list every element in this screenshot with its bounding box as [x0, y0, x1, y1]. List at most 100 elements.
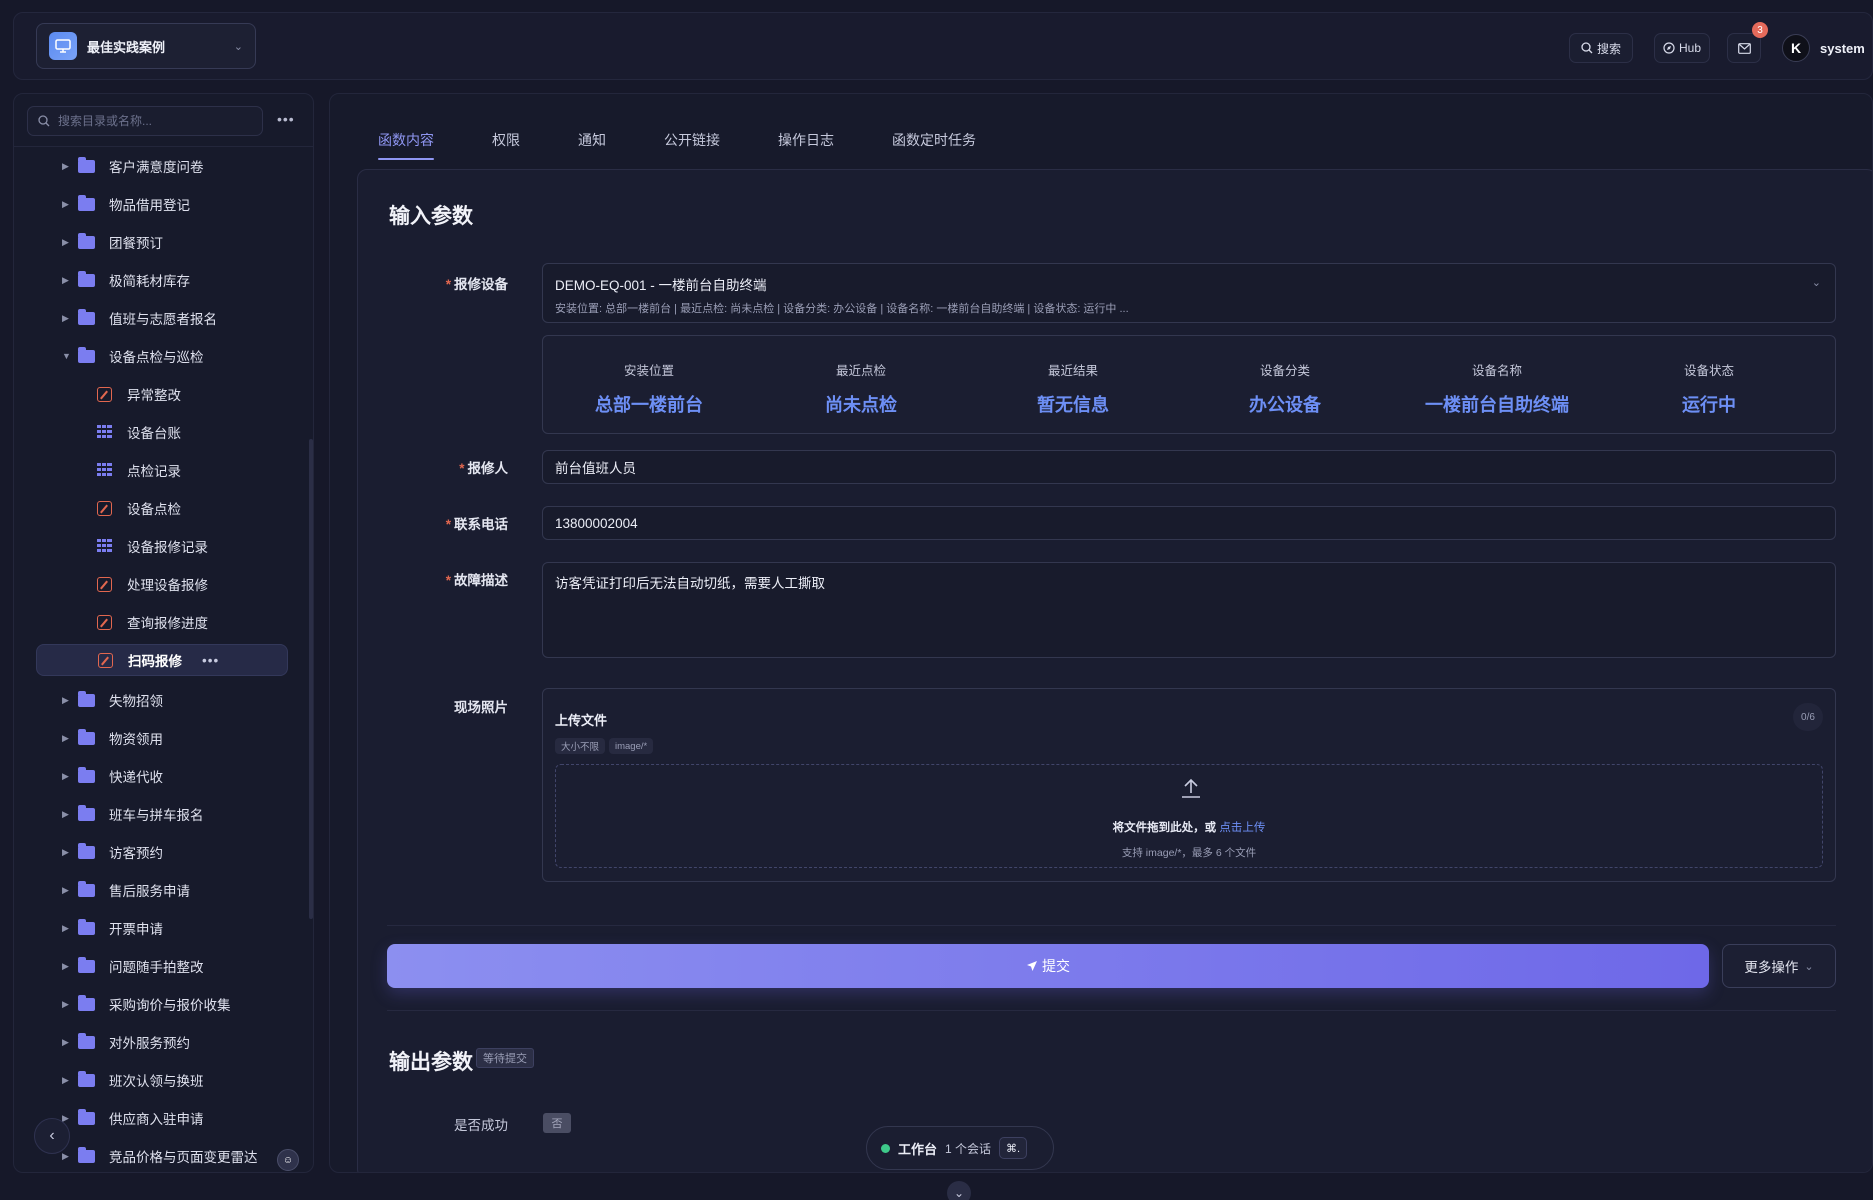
more-actions-button[interactable]: 更多操作 ⌄: [1722, 944, 1836, 988]
chevron-down-icon[interactable]: ⌄: [947, 1181, 971, 1200]
sidebar-item[interactable]: ▶ 问题随手拍整改: [14, 950, 313, 982]
folder-icon: [78, 194, 95, 211]
sidebar: ••• ▶ 客户满意度问卷 ▶ 物品借用登记 ▶ 团餐预订 ▶ 极简耗材库存 ▶ 值班与志愿者报名…: [13, 93, 314, 1173]
description-textarea[interactable]: 访客凭证打印后无法自动切纸，需要人工撕取: [542, 562, 1836, 658]
sidebar-item[interactable]: 设备报修记录: [14, 530, 313, 562]
sidebar-item-label: 处理设备报修: [127, 578, 208, 593]
success-value: 否: [543, 1113, 571, 1133]
form-edit-icon: [98, 652, 113, 668]
caret-right-icon[interactable]: ▶: [62, 809, 69, 820]
caret-right-icon[interactable]: ▶: [62, 771, 69, 782]
info-item: 设备分类 办公设备: [1249, 364, 1321, 415]
divider: [387, 1010, 1836, 1011]
sidebar-item[interactable]: ▶ 客户满意度问卷: [14, 150, 313, 182]
sidebar-item-label: 售后服务申请: [109, 884, 190, 899]
sidebar-item[interactable]: 设备台账: [14, 416, 313, 448]
sidebar-item[interactable]: ▶ 物品借用登记: [14, 188, 313, 220]
assistant-avatar[interactable]: ☺: [277, 1149, 299, 1171]
hub-button[interactable]: Hub: [1654, 33, 1710, 63]
sidebar-item[interactable]: 查询报修进度: [14, 606, 313, 638]
sidebar-item[interactable]: ▶ 采购询价与报价收集: [14, 988, 313, 1020]
sidebar-item[interactable]: ▶ 物资领用: [14, 722, 313, 754]
more-options-icon[interactable]: •••: [202, 653, 219, 668]
caret-right-icon[interactable]: ▶: [62, 847, 69, 858]
tab-permissions[interactable]: 权限: [492, 130, 520, 160]
caret-right-icon[interactable]: ▶: [62, 199, 69, 210]
workbench-bar[interactable]: 工作台 1 个会话 ⌘.: [866, 1126, 1054, 1170]
info-item: 安装位置 总部一楼前台: [595, 364, 703, 415]
sidebar-search[interactable]: [27, 106, 263, 136]
sidebar-item[interactable]: 设备点检: [14, 492, 313, 524]
sidebar-item[interactable]: ▶ 值班与志愿者报名: [14, 302, 313, 334]
workbench-title: 工作台: [898, 1141, 938, 1157]
caret-right-icon[interactable]: ▶: [62, 733, 69, 744]
sidebar-search-input[interactable]: [58, 114, 238, 128]
caret-right-icon[interactable]: ▶: [62, 923, 69, 934]
scrollbar[interactable]: [309, 439, 313, 919]
folder-icon: [78, 270, 95, 287]
device-select-value: DEMO-EQ-001 - 一楼前台自助终端: [555, 278, 767, 293]
sidebar-item[interactable]: ▶ 极简耗材库存: [14, 264, 313, 296]
sidebar-item-label: 极简耗材库存: [109, 274, 190, 289]
sidebar-item-label: 快递代收: [109, 770, 163, 785]
phone-input[interactable]: 13800002004: [542, 506, 1836, 540]
caret-right-icon[interactable]: ▶: [62, 1037, 69, 1048]
search-button-label: 搜索: [1596, 41, 1621, 56]
sidebar-item[interactable]: 扫码报修 •••: [36, 644, 288, 676]
sidebar-item[interactable]: 点检记录: [14, 454, 313, 486]
device-select[interactable]: DEMO-EQ-001 - 一楼前台自助终端 安装位置: 总部一楼前台 | 最近…: [542, 263, 1836, 323]
tab-operation-log[interactable]: 操作日志: [778, 130, 834, 160]
sidebar-item[interactable]: ▼ 设备点检与巡检: [14, 340, 313, 372]
device-label: * 报修设备: [445, 277, 508, 292]
tab-scheduled-tasks[interactable]: 函数定时任务: [892, 130, 976, 160]
upload-dropzone[interactable]: 将文件拖到此处，或 点击上传 支持 image/*，最多 6 个文件: [555, 764, 1823, 868]
more-options-icon[interactable]: •••: [277, 111, 295, 127]
upload-icon: [1182, 778, 1200, 798]
sidebar-item[interactable]: 异常整改: [14, 378, 313, 410]
sidebar-item-label: 设备报修记录: [127, 540, 208, 555]
sidebar-item-label: 设备台账: [127, 426, 181, 441]
reporter-input[interactable]: 前台值班人员: [542, 450, 1836, 484]
tab-notifications[interactable]: 通知: [578, 130, 606, 160]
caret-right-icon[interactable]: ▶: [62, 1075, 69, 1086]
sidebar-item[interactable]: ▶ 失物招领: [14, 684, 313, 716]
sidebar-item[interactable]: ▶ 开票申请: [14, 912, 313, 944]
description-label: * 故障描述: [445, 573, 508, 588]
mail-button[interactable]: 3: [1727, 22, 1768, 63]
folder-icon: [78, 842, 95, 859]
search-button[interactable]: 搜索: [1569, 33, 1633, 63]
sidebar-item[interactable]: 处理设备报修: [14, 568, 313, 600]
table-icon: [97, 539, 112, 553]
caret-right-icon[interactable]: ▶: [62, 695, 69, 706]
sidebar-item[interactable]: ▶ 班车与拼车报名: [14, 798, 313, 830]
folder-icon: [78, 1146, 95, 1163]
caret-right-icon[interactable]: ▶: [62, 961, 69, 972]
caret-right-icon[interactable]: ▶: [62, 237, 69, 248]
user-menu[interactable]: K system ⌄: [1782, 31, 1873, 65]
tab-function-content[interactable]: 函数内容: [378, 130, 434, 160]
folder-icon: [78, 918, 95, 935]
caret-right-icon[interactable]: ▶: [62, 275, 69, 286]
submit-button[interactable]: 提交: [387, 944, 1709, 988]
caret-right-icon[interactable]: ▶: [62, 885, 69, 896]
caret-right-icon[interactable]: ▶: [62, 161, 69, 172]
table-icon: [97, 463, 112, 477]
sidebar-item[interactable]: ▶ 快递代收: [14, 760, 313, 792]
sidebar-item[interactable]: ▶ 班次认领与换班: [14, 1064, 313, 1096]
function-card: 输入参数 * 报修设备 DEMO-EQ-001 - 一楼前台自助终端 安装位置: …: [357, 169, 1872, 1172]
sidebar-item[interactable]: ▶ 访客预约: [14, 836, 313, 868]
type-tag: image/*: [609, 738, 654, 754]
tab-public-link[interactable]: 公开链接: [664, 130, 720, 160]
sidebar-item-label: 班车与拼车报名: [109, 808, 204, 823]
sidebar-item[interactable]: ▶ 对外服务预约: [14, 1026, 313, 1058]
click-upload-link[interactable]: 点击上传: [1219, 822, 1265, 834]
caret-right-icon[interactable]: ▶: [62, 999, 69, 1010]
project-selector[interactable]: 最佳实践案例 ⌄: [36, 23, 256, 69]
sidebar-item[interactable]: ▶ 团餐预订: [14, 226, 313, 258]
sidebar-item[interactable]: ▶ 售后服务申请: [14, 874, 313, 906]
mail-icon: [1737, 42, 1751, 54]
caret-right-icon[interactable]: ▶: [62, 313, 69, 324]
collapse-sidebar-button[interactable]: ‹: [34, 1118, 70, 1154]
caret-down-icon[interactable]: ▼: [62, 351, 71, 361]
caret-right-icon[interactable]: ▶: [62, 1151, 69, 1162]
